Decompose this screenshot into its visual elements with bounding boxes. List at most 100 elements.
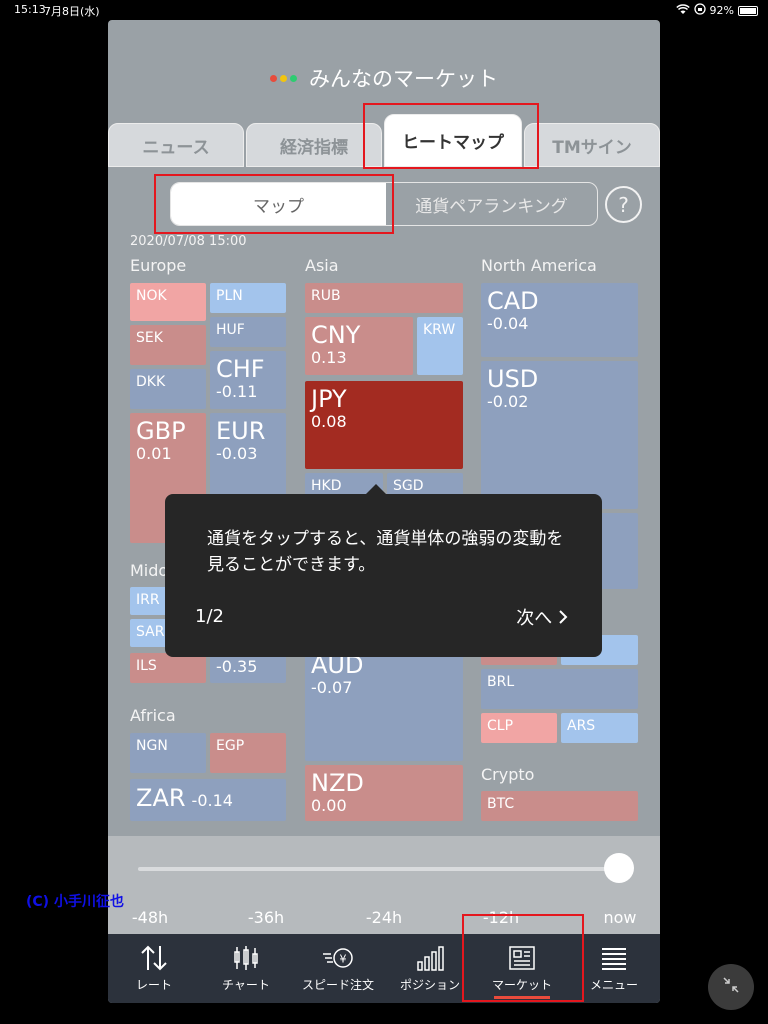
tile-code: DKK (136, 374, 166, 390)
tile-zar[interactable]: ZAR -0.14 (130, 779, 286, 821)
tab-news[interactable]: ニュース (108, 123, 244, 167)
status-date: 7月8日(水) (44, 5, 100, 18)
app-header: みんなのマーケット (108, 58, 660, 98)
tile-egp[interactable]: EGP (210, 733, 286, 773)
tab-economic-indicators[interactable]: 経済指標 (246, 123, 382, 167)
wifi-icon (675, 3, 690, 18)
tile-aud[interactable]: AUD -0.07 (305, 647, 463, 761)
region-crypto: Crypto (481, 765, 535, 784)
collapse-arrows-button[interactable] (708, 964, 754, 1010)
tile-value: -0.11 (216, 382, 258, 402)
tile-rub[interactable]: RUB (305, 283, 463, 313)
tile-clp[interactable]: CLP (481, 713, 557, 743)
logo-dot (290, 74, 297, 82)
tile-nok[interactable]: NOK (130, 283, 206, 321)
segment-pair-ranking[interactable]: 通貨ペアランキング (386, 183, 597, 225)
tile-code: HUF (216, 322, 245, 338)
nav-label: チャート (222, 978, 270, 992)
tile-value: 0.13 (311, 348, 347, 368)
tile-jpy[interactable]: JPY 0.08 (305, 381, 463, 469)
orientation-lock-icon (693, 3, 706, 18)
tile-code: RUB (311, 288, 341, 304)
region-middle-east: Mido (130, 561, 169, 580)
tile-code: CLP (487, 718, 514, 734)
tile-sek[interactable]: SEK (130, 325, 206, 365)
tile-code: GBP (136, 417, 186, 445)
help-button[interactable]: ? (605, 186, 642, 223)
slider-tick: now (603, 908, 637, 927)
tile-btc[interactable]: BTC (481, 791, 638, 821)
nav-chart[interactable]: チャート (200, 934, 292, 1003)
nav-label: ポジション (399, 978, 460, 992)
tab-tm-sign[interactable]: TMサイン (524, 123, 660, 167)
tooltip-next-label: 次へ (516, 608, 553, 629)
tooltip-page-indicator: 1/2 (195, 606, 224, 627)
tile-huf[interactable]: HUF (210, 317, 286, 347)
tooltip-next-button[interactable]: 次へ (516, 604, 568, 630)
region-asia: Asia (305, 256, 339, 275)
copyright-watermark: (C) 小手川征也 (26, 894, 124, 910)
tile-value: -0.14 (191, 791, 233, 810)
tile-code: NOK (136, 288, 167, 304)
tile-value: -0.02 (487, 392, 529, 412)
status-right: 92% (675, 3, 758, 18)
tile-value: -0.07 (311, 678, 353, 698)
tile-pln[interactable]: PLN (210, 283, 286, 313)
tile-code: CHF (216, 355, 265, 383)
tile-code: NZD (311, 769, 364, 797)
nav-label: メニュー (589, 978, 638, 992)
speed-order-yen-icon: ¥ (321, 944, 355, 972)
tile-code: JPY (311, 385, 347, 413)
battery-icon (738, 5, 758, 16)
tile-ils[interactable]: ILS (130, 653, 206, 683)
nav-label: レート (135, 978, 172, 992)
tile-krw[interactable]: KRW (417, 317, 463, 375)
highlight-box-heatmap-tab (363, 103, 539, 169)
collapse-arrows-icon (722, 976, 740, 998)
tile-code: BRL (487, 674, 515, 690)
tile-code: EUR (216, 417, 266, 445)
tile-value: -0.03 (216, 444, 258, 464)
menu-list-icon (599, 944, 629, 972)
tile-value: 0.01 (136, 444, 172, 464)
nav-label: スピード注文 (301, 978, 374, 992)
tile-code: BTC (487, 796, 515, 812)
region-africa: Africa (130, 706, 176, 725)
tile-ars[interactable]: ARS (561, 713, 638, 743)
tile-nzd[interactable]: NZD 0.00 (305, 765, 463, 821)
tile-cny[interactable]: CNY 0.13 (305, 317, 413, 375)
logo-dot (270, 74, 277, 82)
tile-dkk[interactable]: DKK (130, 369, 206, 409)
onboarding-tooltip: 通貨をタップすると、通貨単体の強弱の変動を見ることができます。 1/2 次へ (165, 484, 602, 657)
tile-value: -0.04 (487, 314, 529, 334)
candlestick-icon (232, 944, 260, 972)
bar-chart-icon (415, 944, 445, 972)
time-slider-thumb[interactable] (604, 853, 634, 883)
highlight-box-map-segment (154, 174, 394, 234)
logo-dot (280, 74, 287, 82)
page-title: みんなのマーケット (309, 67, 498, 91)
nav-speed-order[interactable]: ¥ スピード注文 (292, 934, 384, 1003)
nav-rate[interactable]: レート (108, 934, 200, 1003)
tile-code: ZAR (136, 784, 186, 812)
tile-chf[interactable]: CHF -0.11 (210, 351, 286, 409)
tile-code: EGP (216, 738, 245, 754)
slider-tick: -48h (131, 908, 169, 927)
time-slider-track[interactable] (138, 867, 620, 871)
tile-code: NGN (136, 738, 168, 754)
tile-code: CAD (487, 287, 539, 315)
heatmap-timestamp: 2020/07/08 15:00 (130, 234, 247, 249)
tile-usd[interactable]: USD -0.02 (481, 361, 638, 509)
battery-percent: 92% (709, 4, 734, 17)
tile-cad[interactable]: CAD -0.04 (481, 283, 638, 357)
tile-code: KRW (423, 322, 456, 338)
slider-tick: -24h (365, 908, 403, 927)
tile-ngn[interactable]: NGN (130, 733, 206, 773)
tile-code: USD (487, 365, 539, 393)
tile-value: 0.08 (311, 412, 347, 432)
region-europe: Europe (130, 256, 187, 275)
tile-brl[interactable]: BRL (481, 669, 638, 709)
tile-code: ILS (136, 658, 157, 674)
slider-tick: -36h (247, 908, 285, 927)
status-bar: 15:13 7月8日(水) 92% (0, 0, 768, 20)
